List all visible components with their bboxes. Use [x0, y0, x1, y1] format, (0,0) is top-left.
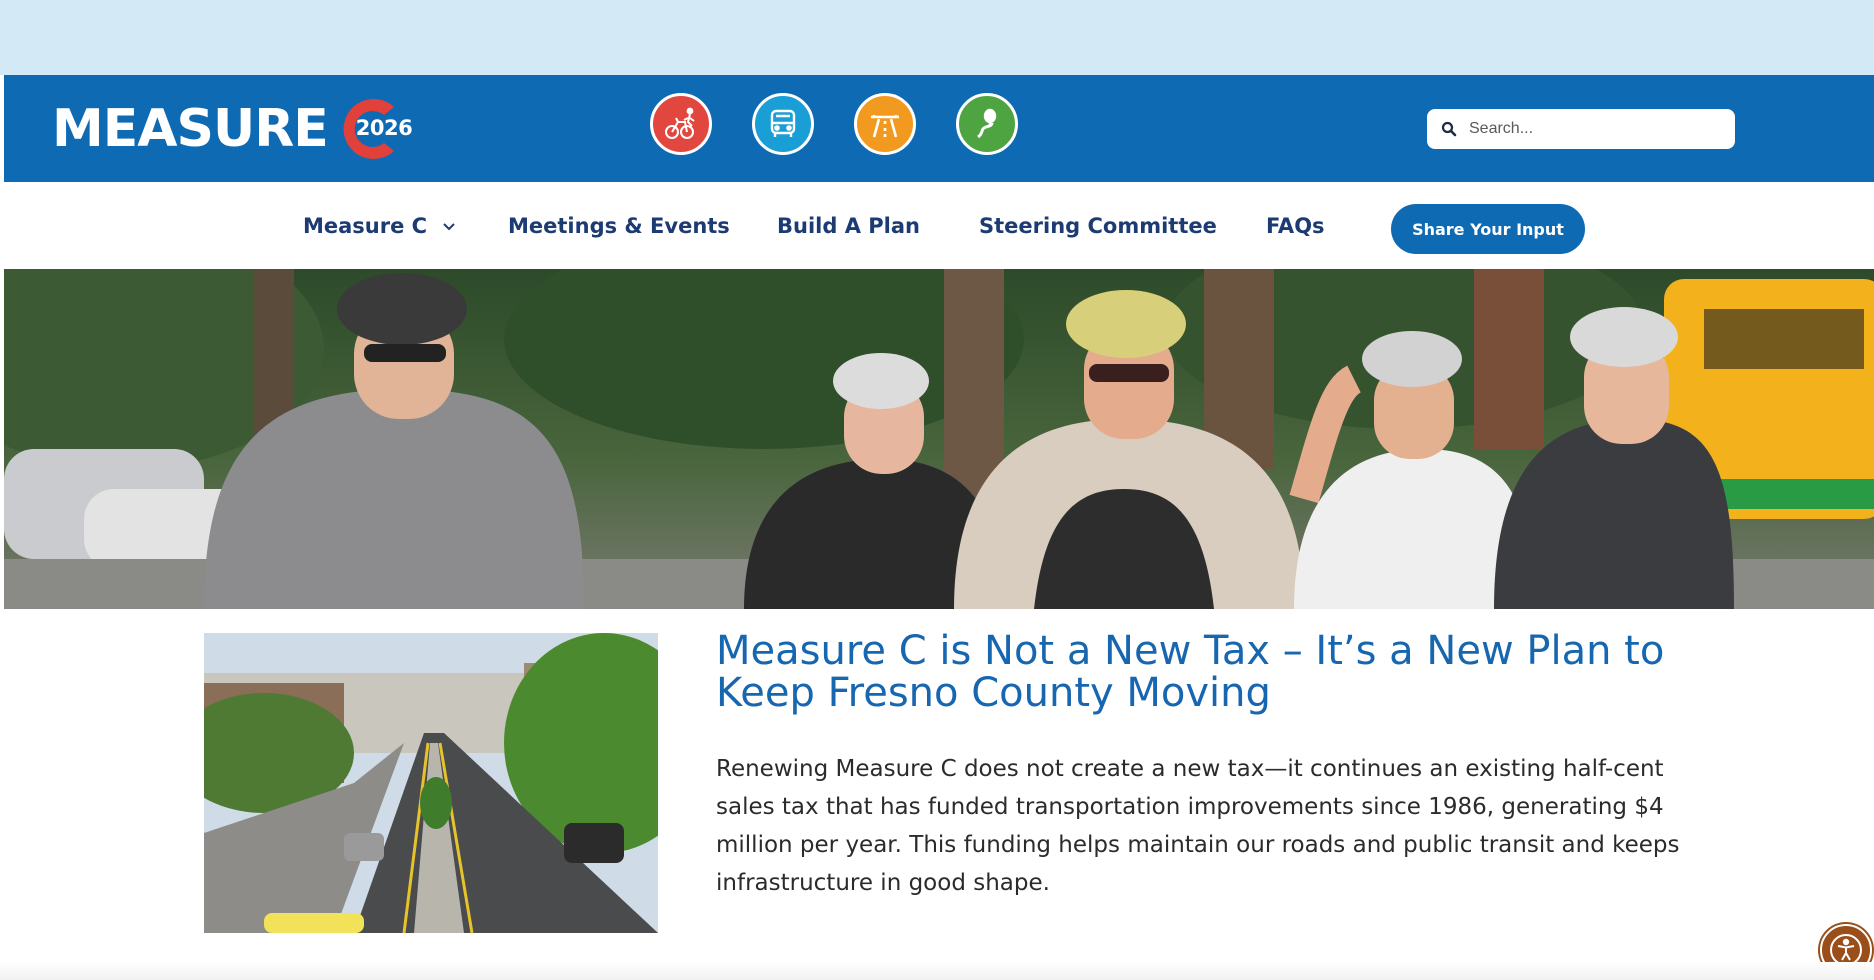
- chevron-down-icon: [443, 223, 456, 231]
- bus-icon[interactable]: [752, 93, 814, 155]
- main-nav: Measure C Meetings & Events Build A Plan…: [4, 182, 1874, 269]
- share-your-input-button[interactable]: Share Your Input: [1391, 204, 1585, 254]
- hero-image-cyclists: [4, 269, 1874, 609]
- logo-word: MEASURE: [52, 99, 329, 159]
- nav-item-build-a-plan[interactable]: Build A Plan: [777, 214, 920, 238]
- article-body: Renewing Measure C does not create a new…: [716, 756, 1680, 896]
- highway-icon[interactable]: [854, 93, 916, 155]
- trail-tree-icon[interactable]: [956, 93, 1018, 155]
- nav-item-measure-c[interactable]: Measure C: [303, 214, 456, 238]
- bike-pedestrian-icon[interactable]: [650, 93, 712, 155]
- logo-c-mark: 2026: [336, 93, 413, 165]
- top-banner-band: [0, 0, 1874, 75]
- site-header: MEASURE 2026: [4, 75, 1874, 182]
- search-input[interactable]: [1467, 119, 1721, 139]
- nav-item-meetings-events[interactable]: Meetings & Events: [508, 214, 730, 238]
- article-title: Measure C is Not a New Tax – It’s a New …: [716, 628, 1665, 716]
- search-box[interactable]: [1427, 109, 1735, 149]
- nav-item-faqs[interactable]: FAQs: [1266, 214, 1325, 238]
- nav-item-label: Measure C: [303, 214, 428, 238]
- street-photo: [204, 633, 658, 933]
- search-icon: [1441, 121, 1457, 137]
- logo-year: 2026: [355, 116, 413, 140]
- page-bottom-edge: [0, 962, 1874, 980]
- measure-c-logo[interactable]: MEASURE 2026: [52, 93, 413, 165]
- nav-item-steering-committee[interactable]: Steering Committee: [979, 214, 1217, 238]
- mode-icons: [650, 93, 1018, 155]
